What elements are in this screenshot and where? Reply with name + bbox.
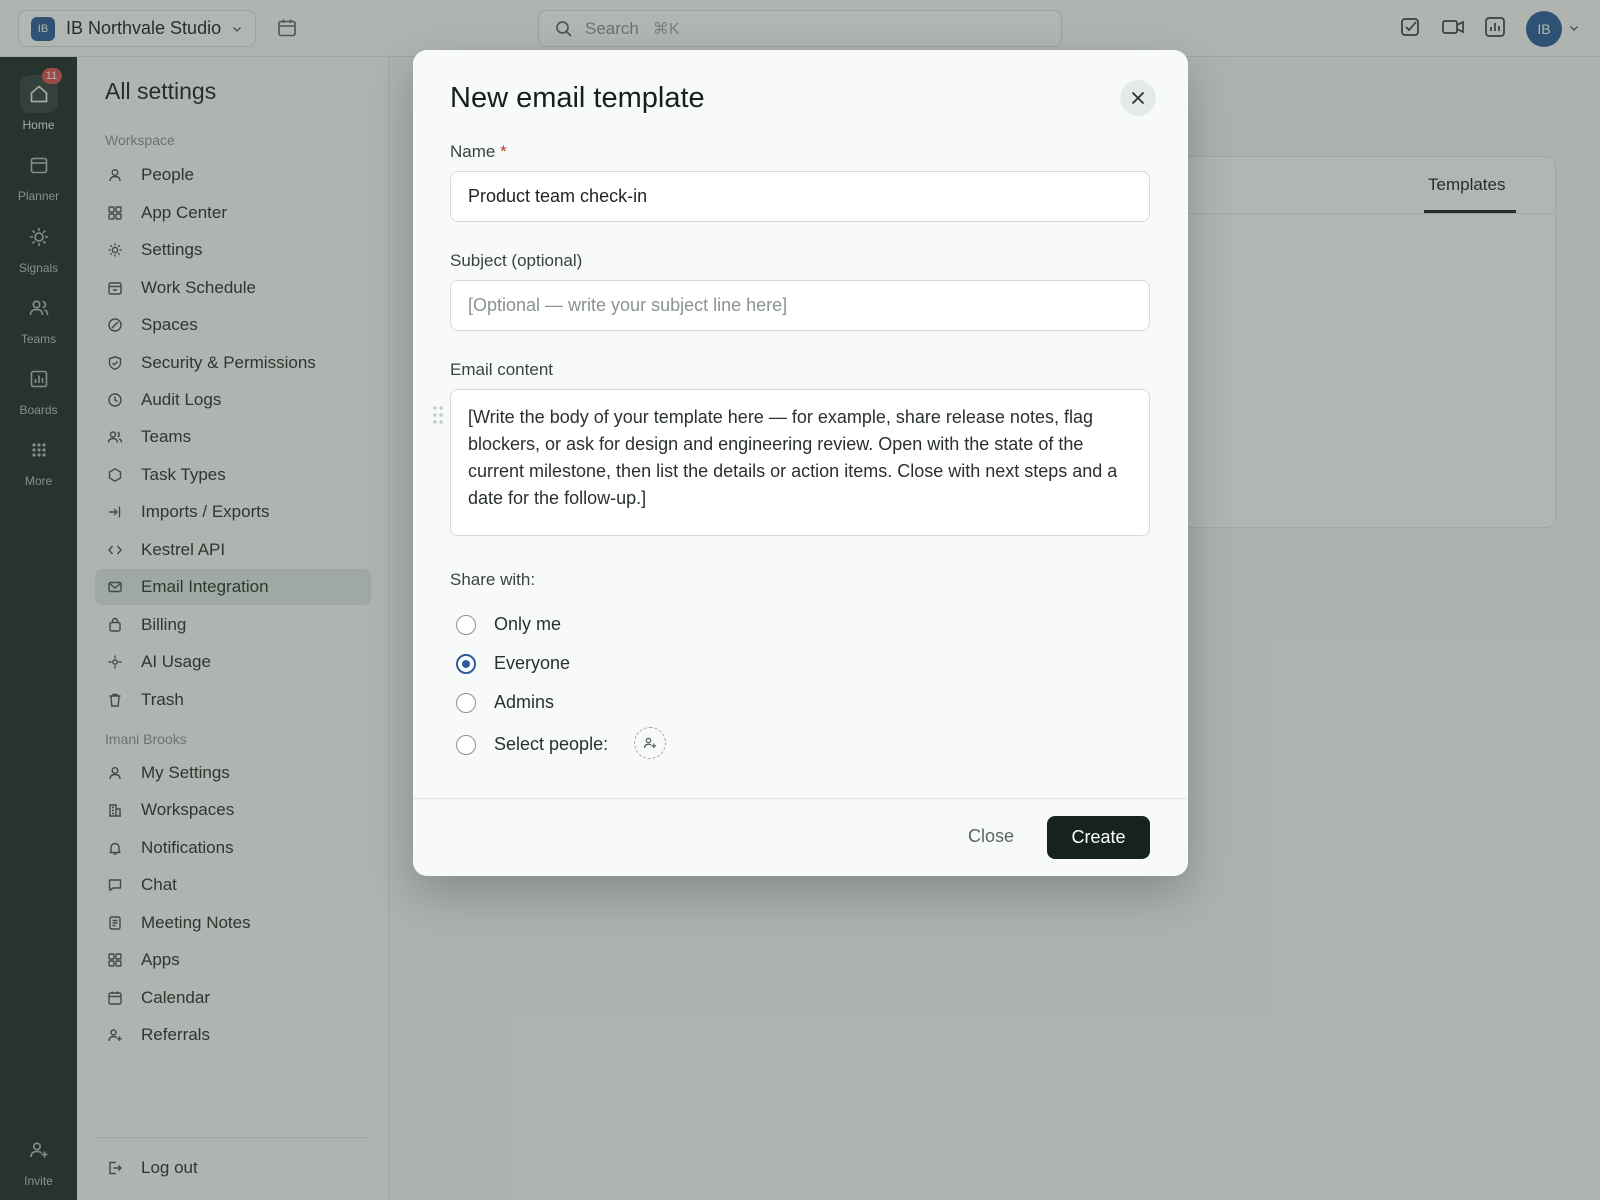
dialog-footer-divider xyxy=(413,798,1188,799)
share-option-admins[interactable]: Admins xyxy=(456,692,554,713)
content-label: Email content xyxy=(450,360,553,379)
new-email-template-dialog: New email template Name * Product team c… xyxy=(413,50,1188,876)
share-option-only-me[interactable]: Only me xyxy=(456,614,561,635)
share-option-everyone[interactable]: Everyone xyxy=(456,653,570,674)
radio-label: Admins xyxy=(494,692,555,712)
radio-label: Select people: xyxy=(494,734,609,754)
share-with-label: Share with: xyxy=(450,570,536,589)
add-person-button[interactable] xyxy=(634,727,666,759)
name-label-text: Name xyxy=(450,142,496,161)
dialog-title: New email template xyxy=(450,82,705,114)
radio-button-selected[interactable] xyxy=(456,653,476,674)
name-label: Name * xyxy=(450,142,507,162)
close-icon xyxy=(1131,91,1145,105)
radio-label: Everyone xyxy=(494,653,571,673)
drag-handle-icon[interactable] xyxy=(431,404,445,426)
share-option-select-people[interactable]: Select people: xyxy=(456,734,608,755)
radio-button[interactable] xyxy=(456,734,476,755)
subject-input[interactable]: [Optional — write your subject line here… xyxy=(450,280,1150,331)
required-marker: * xyxy=(500,142,507,161)
create-button[interactable]: Create xyxy=(1047,816,1150,859)
name-input[interactable]: Product team check-in xyxy=(450,171,1150,222)
radio-label: Only me xyxy=(494,614,562,634)
email-content-editor[interactable]: [Write the body of your template here — … xyxy=(450,389,1150,536)
add-user-icon xyxy=(643,737,656,749)
radio-button[interactable] xyxy=(456,692,476,713)
radio-button[interactable] xyxy=(456,614,476,635)
subject-label: Subject (optional) xyxy=(450,251,583,270)
close-button[interactable]: Close xyxy=(968,826,1014,847)
close-dialog-button[interactable] xyxy=(1120,80,1156,116)
